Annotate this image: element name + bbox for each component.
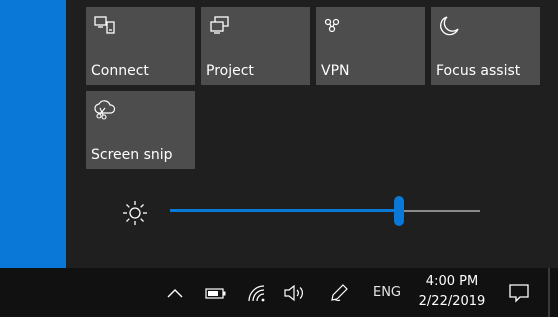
clock-date: 2/22/2019: [418, 294, 486, 309]
desktop-background: [0, 0, 66, 268]
connect-icon: [94, 16, 115, 34]
project-tile[interactable]: Project: [201, 7, 310, 85]
volume-icon: [284, 284, 303, 301]
action-center-button[interactable]: [504, 268, 534, 317]
connect-label: Connect: [91, 63, 149, 79]
brightness-slider-row: [120, 196, 500, 228]
network-button[interactable]: [244, 268, 270, 317]
sun-icon: [123, 201, 147, 225]
battery-button[interactable]: [202, 268, 230, 317]
notification-icon: [509, 283, 529, 303]
show-hidden-icons-button[interactable]: [162, 268, 188, 317]
project-icon: [210, 16, 229, 34]
screen-snip-icon: [94, 100, 116, 120]
show-desktop-button[interactable]: [548, 268, 550, 317]
wifi-icon: [248, 284, 265, 301]
input-language-button[interactable]: ENG: [366, 268, 408, 317]
screen-snip-tile[interactable]: Screen snip: [86, 91, 195, 169]
vpn-icon: [324, 18, 340, 33]
project-label: Project: [206, 63, 254, 79]
brightness-track-fill: [170, 209, 400, 212]
taskbar: ENG 4:00 PM 2/22/2019: [0, 268, 558, 317]
pen-icon: [331, 283, 348, 301]
volume-button[interactable]: [280, 268, 308, 317]
windows-ink-button[interactable]: [326, 268, 352, 317]
clock-button[interactable]: 4:00 PM 2/22/2019: [412, 272, 492, 312]
vpn-label: VPN: [321, 63, 350, 79]
action-center-panel: Connect Project VPN Focus assist Screen …: [66, 0, 558, 268]
clock-time: 4:00 PM: [425, 274, 479, 289]
chevron-up-icon: [167, 288, 183, 297]
battery-icon: [205, 287, 226, 299]
connect-tile[interactable]: Connect: [86, 7, 195, 85]
focus-assist-tile[interactable]: Focus assist: [431, 7, 540, 85]
vpn-tile[interactable]: VPN: [316, 7, 425, 85]
brightness-slider-thumb[interactable]: [394, 196, 405, 226]
moon-icon: [440, 16, 459, 36]
screen-snip-label: Screen snip: [91, 147, 173, 163]
focus-assist-label: Focus assist: [436, 63, 521, 79]
